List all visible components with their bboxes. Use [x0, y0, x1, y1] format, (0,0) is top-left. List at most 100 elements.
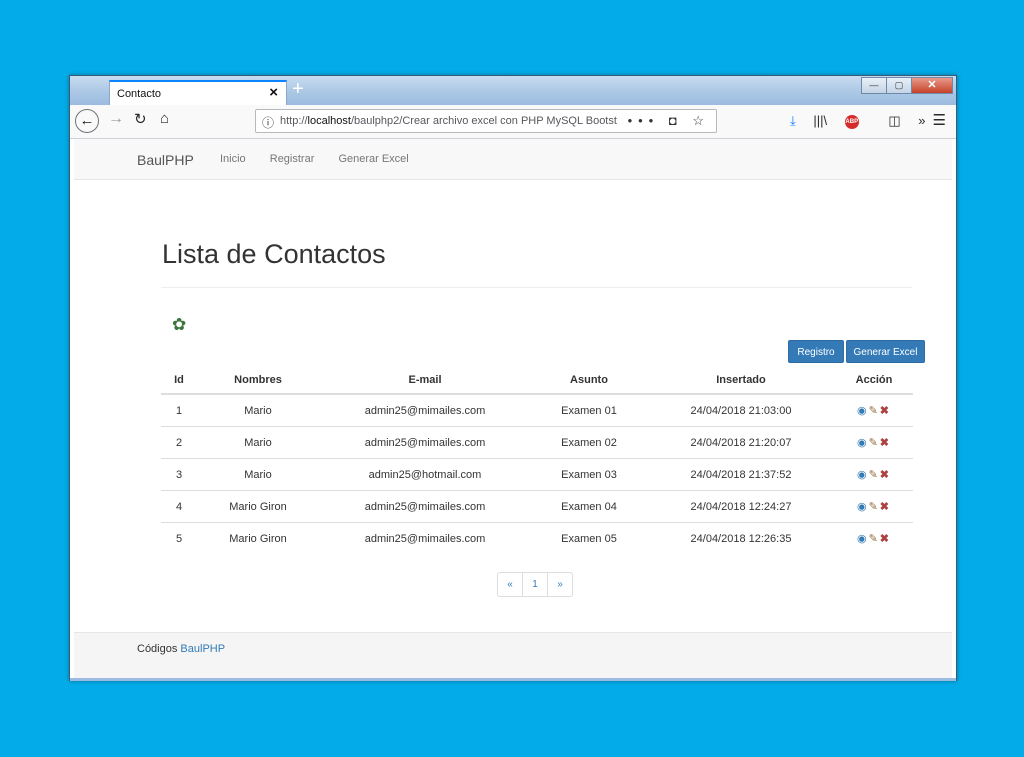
pencil-icon[interactable]: ✎ [869, 501, 880, 513]
cell-email: admin25@mimailes.com [319, 426, 531, 459]
page-1[interactable]: 1 [522, 572, 548, 597]
cell-email: admin25@mimailes.com [319, 393, 531, 427]
table-row: 4 Mario Giron admin25@mimailes.com Exame… [161, 490, 913, 523]
more-actions-icon[interactable]: ••• [628, 113, 660, 128]
table-row: 5 Mario Giron admin25@mimailes.com Exame… [161, 522, 913, 554]
table-row: 3 Mario admin25@hotmail.com Examen 03 24… [161, 458, 913, 491]
delete-icon[interactable]: ✖ [880, 501, 891, 513]
cell-accion: ◉✎✖ [835, 490, 913, 523]
header-nombres: Nombres [197, 367, 319, 395]
registro-button[interactable]: Registro [788, 340, 844, 363]
nav-inicio[interactable]: Inicio [220, 153, 246, 165]
adblock-icon[interactable]: ABP [844, 114, 859, 129]
browser-tab[interactable]: Contacto × [109, 80, 287, 106]
cell-insertado: 24/04/2018 21:20:07 [647, 426, 835, 459]
menu-icon[interactable]: ☰ [933, 111, 946, 129]
bookmark-star-icon[interactable]: ☆ [692, 113, 710, 128]
back-button[interactable]: ← [75, 109, 99, 133]
url-text: http://localhost/baulphp2/Crear archivo … [280, 115, 617, 127]
cell-id: 1 [161, 393, 197, 427]
download-icon[interactable]: ⤓ [790, 113, 796, 128]
overflow-icon[interactable]: » [918, 113, 925, 128]
cell-accion: ◉✎✖ [835, 426, 913, 459]
page-next[interactable]: » [547, 572, 573, 597]
page-content: BaulPHP Inicio Registrar Generar Excel L… [74, 139, 952, 678]
cell-insertado: 24/04/2018 21:37:52 [647, 458, 835, 491]
nav-generar-excel[interactable]: Generar Excel [338, 153, 408, 165]
header-id: Id [161, 367, 197, 395]
pocket-icon[interactable]: ◘ [669, 113, 683, 128]
info-icon[interactable]: ⓘ [262, 114, 274, 131]
generar-excel-button[interactable]: Generar Excel [846, 340, 925, 363]
cell-accion: ◉✎✖ [835, 522, 913, 554]
home-button[interactable]: ⌂ [160, 110, 169, 127]
reload-button[interactable]: ↻ [134, 110, 147, 128]
cell-insertado: 24/04/2018 12:26:35 [647, 522, 835, 554]
eye-icon[interactable]: ◉ [857, 533, 869, 545]
cell-nombres: Mario Giron [197, 490, 319, 523]
cell-insertado: 24/04/2018 12:24:27 [647, 490, 835, 523]
title-divider [161, 287, 912, 288]
library-icon[interactable]: |||\ [813, 113, 827, 128]
toolbar-icons: ⤓ |||\ ABP ◫ » [790, 113, 940, 129]
header-email: E-mail [319, 367, 531, 395]
gear-icon[interactable]: ✿ [172, 315, 186, 335]
footer-label: Códigos [137, 643, 178, 655]
cell-id: 4 [161, 490, 197, 523]
delete-icon[interactable]: ✖ [880, 437, 891, 449]
delete-icon[interactable]: ✖ [880, 533, 891, 545]
cell-id: 3 [161, 458, 197, 491]
eye-icon[interactable]: ◉ [857, 469, 869, 481]
cell-asunto: Examen 02 [531, 426, 647, 459]
pencil-icon[interactable]: ✎ [869, 469, 880, 481]
page-prev[interactable]: « [497, 572, 523, 597]
cell-nombres: Mario [197, 458, 319, 491]
footer-text: Códigos BaulPHP [137, 643, 225, 655]
contacts-table: Id Nombres E-mail Asunto Insertado Acció… [161, 367, 913, 554]
close-window-button[interactable]: ✕ [911, 77, 953, 94]
header-accion: Acción [835, 367, 913, 395]
browser-toolbar: ← → ↻ ⌂ ⓘ http://localhost/baulphp2/Crea… [70, 105, 956, 139]
cell-nombres: Mario [197, 426, 319, 459]
nav-links: Inicio Registrar Generar Excel [220, 153, 430, 165]
address-bar[interactable]: ⓘ http://localhost/baulphp2/Crear archiv… [255, 109, 717, 133]
eye-icon[interactable]: ◉ [857, 501, 869, 513]
nav-registrar[interactable]: Registrar [270, 153, 315, 165]
header-insertado: Insertado [647, 367, 835, 395]
pencil-icon[interactable]: ✎ [869, 437, 880, 449]
cell-asunto: Examen 01 [531, 393, 647, 427]
site-navbar: BaulPHP Inicio Registrar Generar Excel [74, 139, 952, 180]
footer-link[interactable]: BaulPHP [180, 643, 225, 655]
table-row: 1 Mario admin25@mimailes.com Examen 01 2… [161, 393, 913, 427]
cell-email: admin25@mimailes.com [319, 490, 531, 523]
pagination: « 1 » [497, 572, 573, 597]
cell-asunto: Examen 03 [531, 458, 647, 491]
new-tab-icon[interactable]: + [292, 78, 304, 101]
cell-asunto: Examen 04 [531, 490, 647, 523]
cell-insertado: 24/04/2018 21:03:00 [647, 393, 835, 427]
table-header-row: Id Nombres E-mail Asunto Insertado Acció… [161, 367, 913, 395]
pencil-icon[interactable]: ✎ [869, 405, 880, 417]
tab-title: Contacto [117, 88, 162, 100]
footer: Códigos BaulPHP [74, 632, 952, 678]
brand-link[interactable]: BaulPHP [137, 152, 194, 168]
eye-icon[interactable]: ◉ [857, 437, 869, 449]
table-row: 2 Mario admin25@mimailes.com Examen 02 2… [161, 426, 913, 459]
cell-id: 2 [161, 426, 197, 459]
minimize-button[interactable]: — [861, 77, 887, 94]
pencil-icon[interactable]: ✎ [869, 533, 880, 545]
cell-accion: ◉✎✖ [835, 393, 913, 427]
delete-icon[interactable]: ✖ [880, 469, 891, 481]
window-controls: — ▢ ✕ [861, 77, 953, 94]
cell-email: admin25@hotmail.com [319, 458, 531, 491]
sidebar-icon[interactable]: ◫ [888, 113, 900, 128]
forward-button[interactable]: → [108, 110, 124, 128]
eye-icon[interactable]: ◉ [857, 405, 869, 417]
maximize-button[interactable]: ▢ [886, 77, 912, 94]
close-tab-icon[interactable]: × [269, 84, 278, 101]
header-asunto: Asunto [531, 367, 647, 395]
cell-email: admin25@mimailes.com [319, 522, 531, 554]
delete-icon[interactable]: ✖ [880, 405, 891, 417]
cell-asunto: Examen 05 [531, 522, 647, 554]
browser-window: Contacto × + — ▢ ✕ ← → ↻ ⌂ ⓘ http://loca… [69, 75, 957, 681]
